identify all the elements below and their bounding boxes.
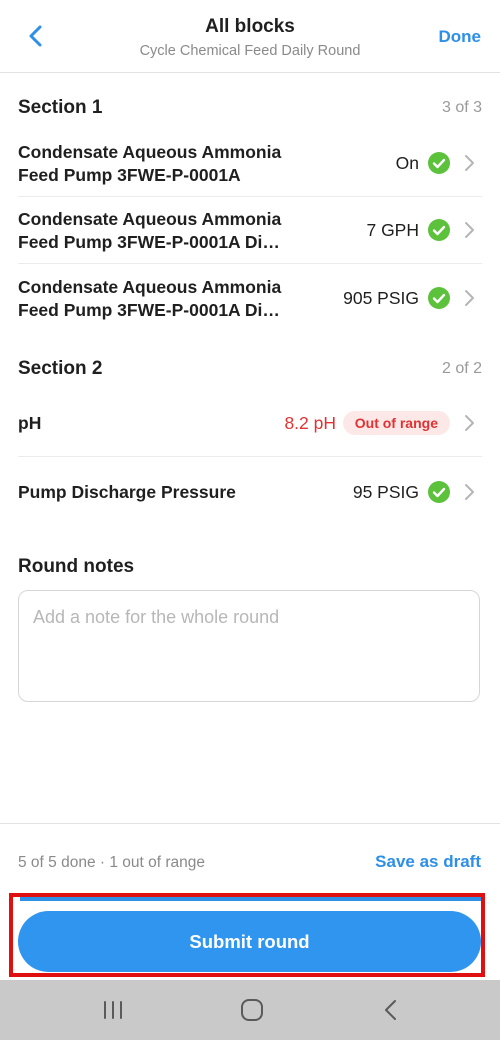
list-item[interactable]: pH 8.2 pH Out of range: [18, 390, 500, 457]
section-header: Section 1 3 of 3: [18, 97, 482, 125]
check-circle-icon: [428, 287, 450, 309]
divider: [0, 823, 500, 824]
check-circle-icon: [428, 481, 450, 503]
back-nav-icon[interactable]: [378, 998, 404, 1022]
item-label: Condensate Aqueous Ammonia Feed Pump 3FWE…: [18, 277, 282, 320]
page-title: All blocks: [205, 16, 295, 37]
list-item[interactable]: Condensate Aqueous Ammonia Feed Pump 3FWE…: [18, 264, 500, 331]
done-button[interactable]: Done: [439, 27, 482, 47]
item-value: On: [395, 153, 419, 173]
check-circle-icon: [428, 152, 450, 174]
out-of-range-badge: Out of range: [342, 411, 450, 435]
round-notes-field[interactable]: [18, 590, 480, 702]
section-header: Section 2 2 of 2: [18, 358, 482, 386]
highlight-frame: [9, 893, 485, 977]
section-title: Section 2: [18, 358, 103, 379]
top-bar: All blocks Cycle Chemical Feed Daily Rou…: [0, 0, 500, 73]
item-label: pH: [18, 413, 42, 433]
home-icon[interactable]: [239, 998, 265, 1022]
page-subtitle: Cycle Chemical Feed Daily Round: [139, 43, 361, 59]
chevron-right-icon: [462, 221, 476, 239]
recent-apps-icon[interactable]: [100, 998, 126, 1022]
item-value-out-of-range: 8.2 pH: [284, 413, 336, 433]
list-item[interactable]: Condensate Aqueous Ammonia Feed Pump 3FWE…: [18, 130, 500, 197]
list-item[interactable]: Condensate Aqueous Ammonia Feed Pump 3FWE…: [18, 197, 500, 264]
list-item[interactable]: Pump Discharge Pressure 95 PSIG: [18, 457, 500, 527]
item-value: 95 PSIG: [352, 482, 419, 502]
chevron-right-icon: [462, 414, 476, 432]
item-value: 905 PSIG: [343, 288, 419, 308]
section-count: 2 of 2: [441, 360, 482, 377]
notes-title: Round notes: [18, 556, 135, 577]
item-label: Pump Discharge Pressure: [18, 482, 236, 502]
chevron-right-icon: [462, 154, 476, 172]
section-count: 3 of 3: [441, 99, 482, 116]
check-circle-icon: [428, 219, 450, 241]
item-label: Condensate Aqueous Ammonia Feed Pump 3FWE…: [18, 209, 282, 252]
system-nav-bar: [0, 980, 500, 1040]
save-draft-button[interactable]: Save as draft: [375, 852, 481, 872]
round-notes-input[interactable]: [19, 591, 479, 701]
chevron-right-icon: [462, 289, 476, 307]
chevron-right-icon: [462, 483, 476, 501]
progress-status: 5 of 5 done · 1 out of range: [18, 854, 205, 871]
section-title: Section 1: [18, 97, 103, 118]
item-label: Condensate Aqueous Ammonia Feed Pump 3FWE…: [18, 142, 282, 185]
item-value: 7 GPH: [366, 220, 419, 240]
